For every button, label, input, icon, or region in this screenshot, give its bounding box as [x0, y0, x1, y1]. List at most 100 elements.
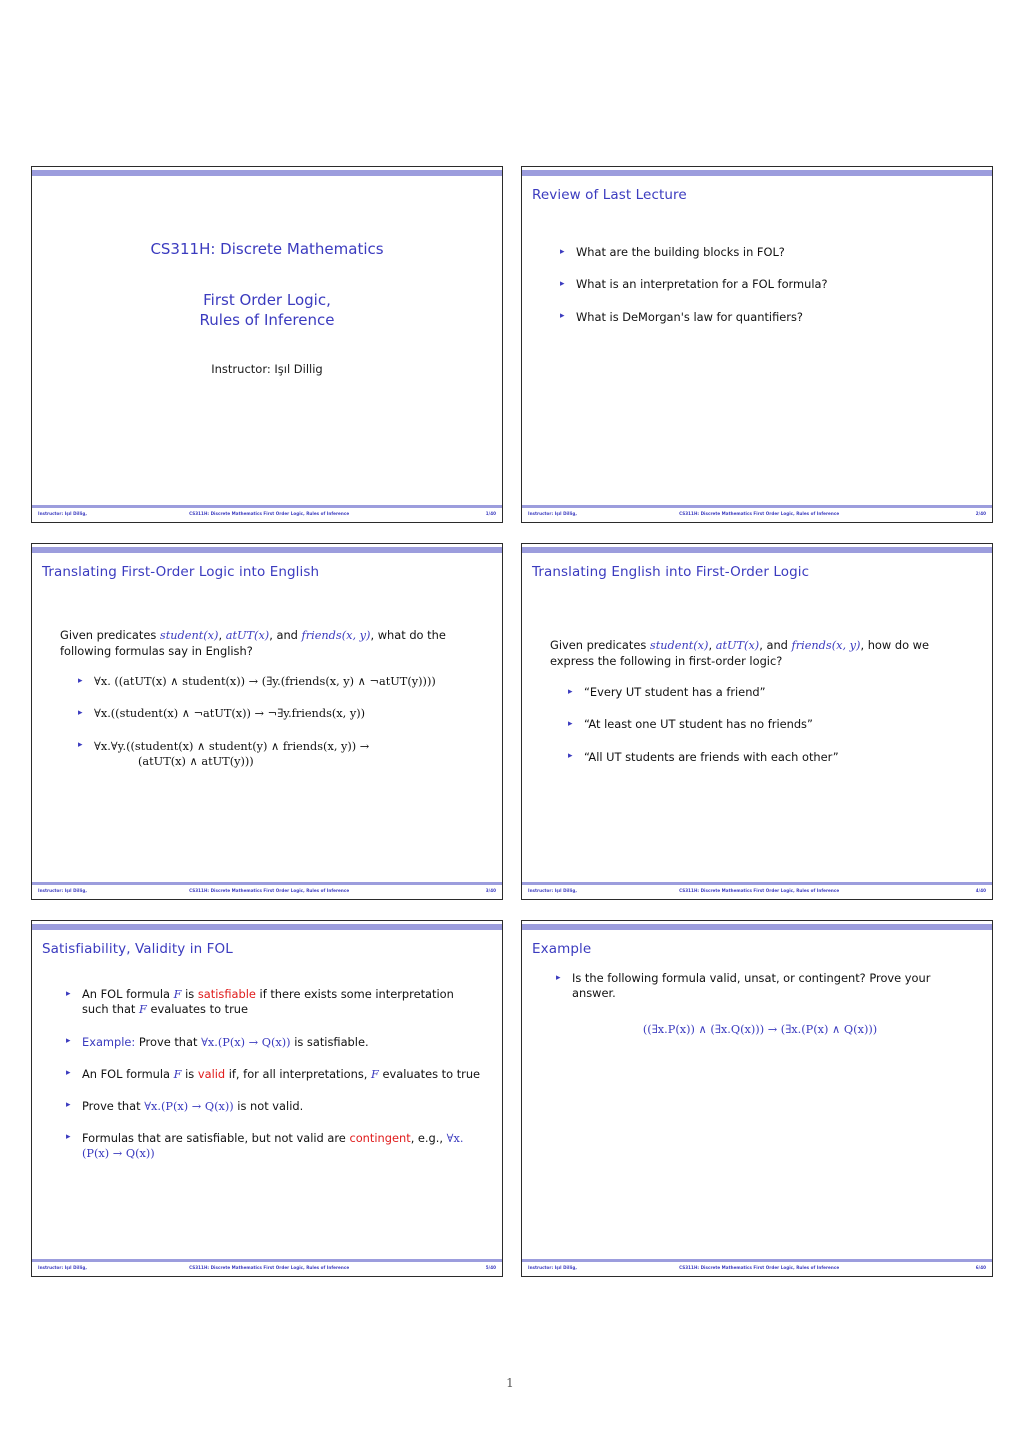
- text-part: evaluates to true: [146, 1002, 249, 1017]
- slide-footer: Instructor: Işıl Dillig, CS311H: Discret…: [522, 1259, 992, 1276]
- slide-heading: Satisfiability, Validity in FOL: [42, 941, 233, 957]
- text-part: Prove that: [135, 1034, 202, 1049]
- footer-rule: [32, 505, 502, 509]
- footer-course: CS311H: Discrete Mathematics First Order…: [679, 887, 840, 893]
- footer-instructor: Instructor: Işıl Dillig,: [38, 887, 87, 893]
- list-item: ∀x.∀y.((student(x) ∧ student(y) ∧ friend…: [78, 738, 492, 769]
- slide-footer: Instructor: Işıl Dillig, CS311H: Discret…: [522, 505, 992, 522]
- footer-course: CS311H: Discrete Mathematics First Order…: [679, 510, 840, 516]
- formula-exists-distribution: ((∃x.P(x)) ∧ (∃x.Q(x))) → (∃x.(P(x) ∧ Q(…: [642, 1022, 878, 1036]
- text-part: Prove that: [82, 1098, 145, 1113]
- text-part: is: [181, 1066, 198, 1081]
- lecture-title: First Order Logic, Rules of Inference: [42, 290, 492, 331]
- formula-var-f: F: [371, 1067, 379, 1081]
- list-item: Example: Prove that ∀x.(P(x) → Q(x)) is …: [66, 1034, 484, 1050]
- footer-rule: [522, 882, 992, 886]
- predicate-atut: atUT(x): [715, 639, 760, 653]
- keyword-contingent: contingent: [349, 1130, 411, 1145]
- slide-body: Translating First-Order Logic into Engli…: [32, 555, 502, 882]
- keyword-valid: valid: [197, 1066, 226, 1081]
- text-part: evaluates to true: [378, 1066, 481, 1081]
- slide-heading: Example: [532, 941, 592, 957]
- slide-body: Example Is the following formula valid, …: [522, 932, 992, 1259]
- slide-heading: Translating First-Order Logic into Engli…: [42, 564, 320, 580]
- text-part: is satisfiable.: [290, 1034, 369, 1049]
- slide-satisfiability-validity: Satisfiability, Validity in FOL An FOL f…: [31, 920, 503, 1277]
- footer-instructor: Instructor: Işıl Dillig,: [38, 510, 87, 516]
- footer-instructor: Instructor: Işıl Dillig,: [528, 510, 577, 516]
- slide-top-bar: [522, 547, 992, 553]
- slide-top-bar: [522, 924, 992, 930]
- keyword-satisfiable: satisfiable: [197, 987, 256, 1002]
- formula-var-f: F: [173, 988, 182, 1002]
- prompt-part: , and: [759, 638, 792, 653]
- footer-instructor: Instructor: Işıl Dillig,: [38, 1264, 87, 1270]
- slide-top-bar: [32, 924, 502, 930]
- footer-page-number: 5/40: [485, 1264, 496, 1270]
- footer-rule: [522, 505, 992, 509]
- prompt-text: Given predicates student(x), atUT(x), an…: [550, 638, 976, 669]
- slide-footer: Instructor: Işıl Dillig, CS311H: Discret…: [522, 882, 992, 899]
- lecture-title-line-1: First Order Logic,: [203, 290, 331, 309]
- list-item: Is the following formula valid, unsat, o…: [556, 971, 972, 1001]
- predicate-friends: friends(x, y): [301, 629, 371, 643]
- footer-course: CS311H: Discrete Mathematics First Order…: [189, 887, 350, 893]
- list-item: “Every UT student has a friend”: [568, 685, 982, 700]
- slide-heading: Translating English into First-Order Log…: [532, 564, 810, 580]
- slide-handout-grid: CS311H: Discrete Mathematics First Order…: [31, 166, 993, 1277]
- text-part: is not valid.: [233, 1098, 304, 1113]
- footer-instructor: Instructor: Işıl Dillig,: [528, 887, 577, 893]
- list-item: What are the building blocks in FOL?: [560, 245, 982, 260]
- slide-body: Review of Last Lecture What are the buil…: [522, 178, 992, 505]
- prompt-part: Given predicates: [550, 638, 650, 653]
- footer-page-number: 3/40: [485, 887, 496, 893]
- text-part: , e.g.,: [410, 1130, 447, 1145]
- formula-3-line-2: (atUT(x) ∧ atUT(y))): [138, 754, 254, 768]
- predicate-friends: friends(x, y): [791, 639, 861, 653]
- formula-forall-p-implies-q: ∀x.(P(x) → Q(x)): [201, 1035, 291, 1049]
- list-item: “At least one UT student has no friends”: [568, 717, 982, 732]
- slide-title: CS311H: Discrete Mathematics First Order…: [31, 166, 503, 523]
- slide-translating-fol-into-english: Translating First-Order Logic into Engli…: [31, 543, 503, 900]
- slide-body: Translating English into First-Order Log…: [522, 555, 992, 882]
- displayed-formula-container: ((∃x.P(x)) ∧ (∃x.Q(x))) → (∃x.(P(x) ∧ Q(…: [538, 1018, 982, 1037]
- course-title: CS311H: Discrete Mathematics: [150, 240, 384, 258]
- prompt-part: Given predicates: [60, 628, 160, 643]
- predicate-student: student(x): [649, 639, 709, 653]
- list-item: ∀x. ((atUT(x) ∧ student(x)) → (∃y.(frien…: [78, 674, 492, 689]
- slide-heading: Review of Last Lecture: [532, 187, 687, 203]
- definition-list: An FOL formula F is satisfiable if there…: [66, 987, 484, 1161]
- formula-var-f: F: [139, 1003, 147, 1017]
- example-label: Example:: [82, 1034, 136, 1049]
- formula-list: ∀x. ((atUT(x) ∧ student(x)) → (∃y.(frien…: [78, 674, 492, 768]
- list-item: Formulas that are satisfiable, but not v…: [66, 1130, 484, 1161]
- page-number: 1: [506, 1376, 514, 1390]
- slide-review-of-last-lecture: Review of Last Lecture What are the buil…: [521, 166, 993, 523]
- slide-body: Satisfiability, Validity in FOL An FOL f…: [32, 932, 502, 1259]
- slide-body: CS311H: Discrete Mathematics First Order…: [32, 178, 502, 505]
- formula-var-f: F: [173, 1067, 182, 1081]
- slide-translating-english-into-fol: Translating English into First-Order Log…: [521, 543, 993, 900]
- list-item: What is DeMorgan's law for quantifiers?: [560, 309, 982, 325]
- text-part: An FOL formula: [82, 1066, 174, 1081]
- footer-page-number: 6/40: [975, 1264, 986, 1270]
- list-item: What is an interpretation for a FOL form…: [560, 277, 982, 292]
- footer-rule: [522, 1259, 992, 1263]
- formula-3-line-1: ∀x.∀y.((student(x) ∧ student(y) ∧ friend…: [94, 739, 370, 753]
- footer-page-number: 2/40: [975, 510, 986, 516]
- slide-top-bar: [32, 170, 502, 176]
- title-block: CS311H: Discrete Mathematics First Order…: [42, 240, 492, 376]
- slide-example: Example Is the following formula valid, …: [521, 920, 993, 1277]
- predicate-student: student(x): [159, 629, 219, 643]
- text-part: Formulas that are satisfiable, but not v…: [82, 1130, 350, 1145]
- prompt-part: ,: [218, 628, 226, 643]
- footer-course: CS311H: Discrete Mathematics First Order…: [189, 510, 350, 516]
- footer-course: CS311H: Discrete Mathematics First Order…: [679, 1264, 840, 1270]
- prompt-part: , and: [269, 628, 302, 643]
- footer-page-number: 4/40: [975, 887, 986, 893]
- list-item: Prove that ∀x.(P(x) → Q(x)) is not valid…: [66, 1098, 484, 1114]
- lecture-title-line-2: Rules of Inference: [199, 310, 335, 329]
- slide-top-bar: [32, 547, 502, 553]
- list-item: An FOL formula F is valid if, for all in…: [66, 1066, 484, 1082]
- instructor-name: Instructor: Işıl Dillig: [211, 362, 323, 376]
